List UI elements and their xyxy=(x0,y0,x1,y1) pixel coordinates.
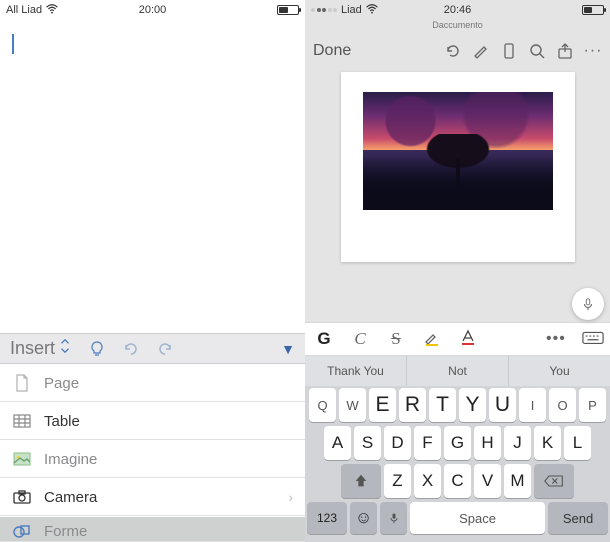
key-u[interactable]: U xyxy=(489,388,516,422)
highlight-button[interactable] xyxy=(423,328,441,351)
clock-label: 20:00 xyxy=(104,4,202,16)
wifi-icon xyxy=(46,4,58,17)
key-r[interactable]: R xyxy=(399,388,426,422)
key-f[interactable]: F xyxy=(414,426,441,460)
key-i[interactable]: I xyxy=(519,388,546,422)
shapes-icon xyxy=(12,521,32,541)
undo-icon[interactable] xyxy=(444,42,462,60)
shift-key[interactable] xyxy=(341,464,381,498)
share-icon[interactable] xyxy=(556,42,574,60)
suggestion-item[interactable]: Not xyxy=(407,356,509,386)
redo-icon[interactable] xyxy=(157,341,173,357)
key-l[interactable]: L xyxy=(564,426,591,460)
clock-label: 20:46 xyxy=(409,4,507,16)
strike-button[interactable]: S xyxy=(387,329,405,349)
image-icon xyxy=(12,449,32,469)
chevron-right-icon: › xyxy=(288,489,293,505)
document-title: Daccumento xyxy=(305,20,610,34)
caret-down-icon[interactable]: ▼ xyxy=(281,341,295,357)
device-icon[interactable] xyxy=(500,42,518,60)
suggestion-item[interactable]: Thank You xyxy=(305,356,407,386)
key-g[interactable]: G xyxy=(444,426,471,460)
key-a[interactable]: A xyxy=(324,426,351,460)
key-y[interactable]: Y xyxy=(459,388,486,422)
document-page[interactable] xyxy=(341,72,575,262)
text-cursor xyxy=(12,34,14,54)
dictation-button[interactable] xyxy=(572,288,604,320)
editor-body[interactable] xyxy=(0,20,305,333)
emoji-key[interactable]: ☺ xyxy=(350,502,377,534)
key-c[interactable]: C xyxy=(444,464,471,498)
signal-icon xyxy=(311,8,337,12)
menu-item-table[interactable]: Table xyxy=(0,402,305,440)
insert-title: Insert xyxy=(10,338,55,359)
key-j[interactable]: J xyxy=(504,426,531,460)
backspace-key[interactable] xyxy=(534,464,574,498)
send-key[interactable]: Send xyxy=(548,502,608,534)
more-icon[interactable]: ··· xyxy=(584,42,602,60)
key-w[interactable]: W xyxy=(339,388,366,422)
carrier-label: All Liad xyxy=(6,4,42,16)
key-x[interactable]: X xyxy=(414,464,441,498)
wifi-icon xyxy=(366,4,378,17)
toolbar: Done ··· xyxy=(305,34,610,68)
key-z[interactable]: Z xyxy=(384,464,411,498)
document-area xyxy=(305,68,610,322)
key-e[interactable]: E xyxy=(369,388,396,422)
more-format-icon[interactable]: ••• xyxy=(546,330,564,348)
battery-icon xyxy=(582,5,604,15)
status-bar-left: All Liad 20:00 xyxy=(0,0,305,20)
format-bar: G C S ••• xyxy=(305,322,610,356)
page-icon xyxy=(12,373,32,393)
left-phone-pane: All Liad 20:00 Insert xyxy=(0,0,305,542)
bold-button[interactable]: G xyxy=(315,329,333,349)
keyboard-toggle-icon[interactable] xyxy=(582,328,600,351)
right-phone-pane: Liad 20:46 Daccumento Done ··· xyxy=(305,0,610,542)
menu-item-forme[interactable]: Forme xyxy=(0,516,305,542)
mic-key[interactable] xyxy=(380,502,407,534)
status-bar-right: Liad 20:46 xyxy=(305,0,610,20)
suggestion-bar: Thank You Not You xyxy=(305,356,610,386)
key-s[interactable]: S xyxy=(354,426,381,460)
insert-panel: Insert ▼ Page xyxy=(0,333,305,542)
key-p[interactable]: P xyxy=(579,388,606,422)
menu-label: Imagine xyxy=(44,451,97,468)
key-t[interactable]: T xyxy=(429,388,456,422)
battery-icon xyxy=(277,5,299,15)
bulb-icon[interactable] xyxy=(89,341,105,357)
menu-label: Camera xyxy=(44,489,97,506)
camera-icon xyxy=(12,487,32,507)
menu-item-page[interactable]: Page xyxy=(0,364,305,402)
keyboard: Q W E R T Y U I O P A S D F G H J K L Z xyxy=(305,386,610,542)
key-v[interactable]: V xyxy=(474,464,501,498)
space-key[interactable]: Space xyxy=(410,502,545,534)
key-k[interactable]: K xyxy=(534,426,561,460)
insert-header: Insert ▼ xyxy=(0,333,305,364)
font-color-button[interactable] xyxy=(459,328,477,351)
menu-item-imagine[interactable]: Imagine xyxy=(0,440,305,478)
menu-item-camera[interactable]: Camera › xyxy=(0,478,305,516)
menu-label: Page xyxy=(44,375,79,392)
inserted-image[interactable] xyxy=(363,92,553,210)
key-o[interactable]: O xyxy=(549,388,576,422)
italic-button[interactable]: C xyxy=(351,329,369,349)
numbers-key[interactable]: 123 xyxy=(307,502,347,534)
key-q[interactable]: Q xyxy=(309,388,336,422)
updown-icon xyxy=(59,338,71,359)
suggestion-item[interactable]: You xyxy=(509,356,610,386)
table-icon xyxy=(12,411,32,431)
undo-icon[interactable] xyxy=(123,341,139,357)
key-m[interactable]: M xyxy=(504,464,531,498)
insert-dropdown[interactable]: Insert xyxy=(10,338,71,359)
done-button[interactable]: Done xyxy=(313,42,434,60)
search-icon[interactable] xyxy=(528,42,546,60)
draw-icon[interactable] xyxy=(472,42,490,60)
menu-label: Table xyxy=(44,413,80,430)
key-d[interactable]: D xyxy=(384,426,411,460)
menu-label: Forme xyxy=(44,523,87,540)
key-h[interactable]: H xyxy=(474,426,501,460)
carrier-label: Liad xyxy=(341,4,362,16)
